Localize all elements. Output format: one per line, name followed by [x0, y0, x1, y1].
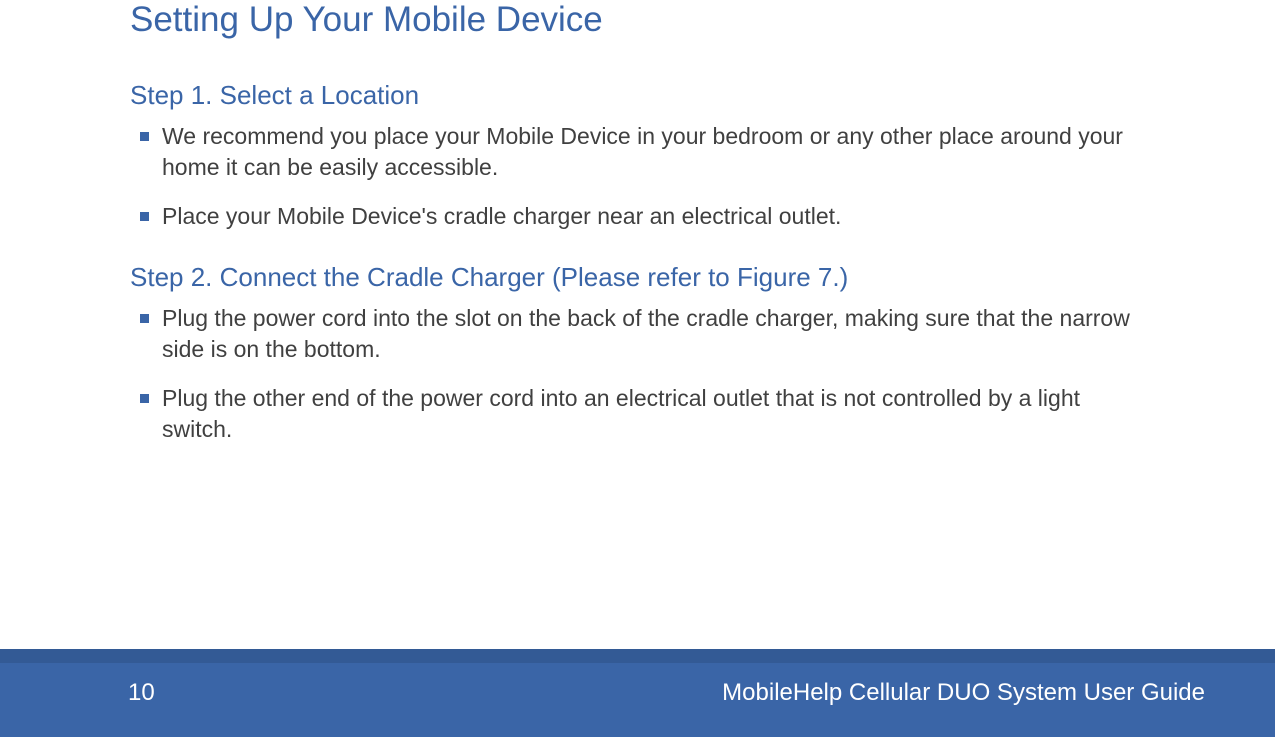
document-content: Setting Up Your Mobile Device Step 1. Se… — [0, 0, 1275, 445]
list-item: Plug the other end of the power cord int… — [140, 383, 1145, 445]
page-title: Setting Up Your Mobile Device — [130, 0, 1145, 40]
step1-list: We recommend you place your Mobile Devic… — [130, 121, 1145, 232]
page-footer: 10 MobileHelp Cellular DUO System User G… — [0, 649, 1275, 737]
list-item: Place your Mobile Device's cradle charge… — [140, 201, 1145, 232]
page-number: 10 — [128, 679, 155, 707]
step2-list: Plug the power cord into the slot on the… — [130, 303, 1145, 445]
footer-accent-strip — [0, 649, 1275, 663]
step1-heading: Step 1. Select a Location — [130, 80, 1145, 111]
list-item: We recommend you place your Mobile Devic… — [140, 121, 1145, 183]
list-item: Plug the power cord into the slot on the… — [140, 303, 1145, 365]
step2-heading: Step 2. Connect the Cradle Charger (Plea… — [130, 262, 1145, 293]
footer-guide-title: MobileHelp Cellular DUO System User Guid… — [722, 679, 1205, 707]
